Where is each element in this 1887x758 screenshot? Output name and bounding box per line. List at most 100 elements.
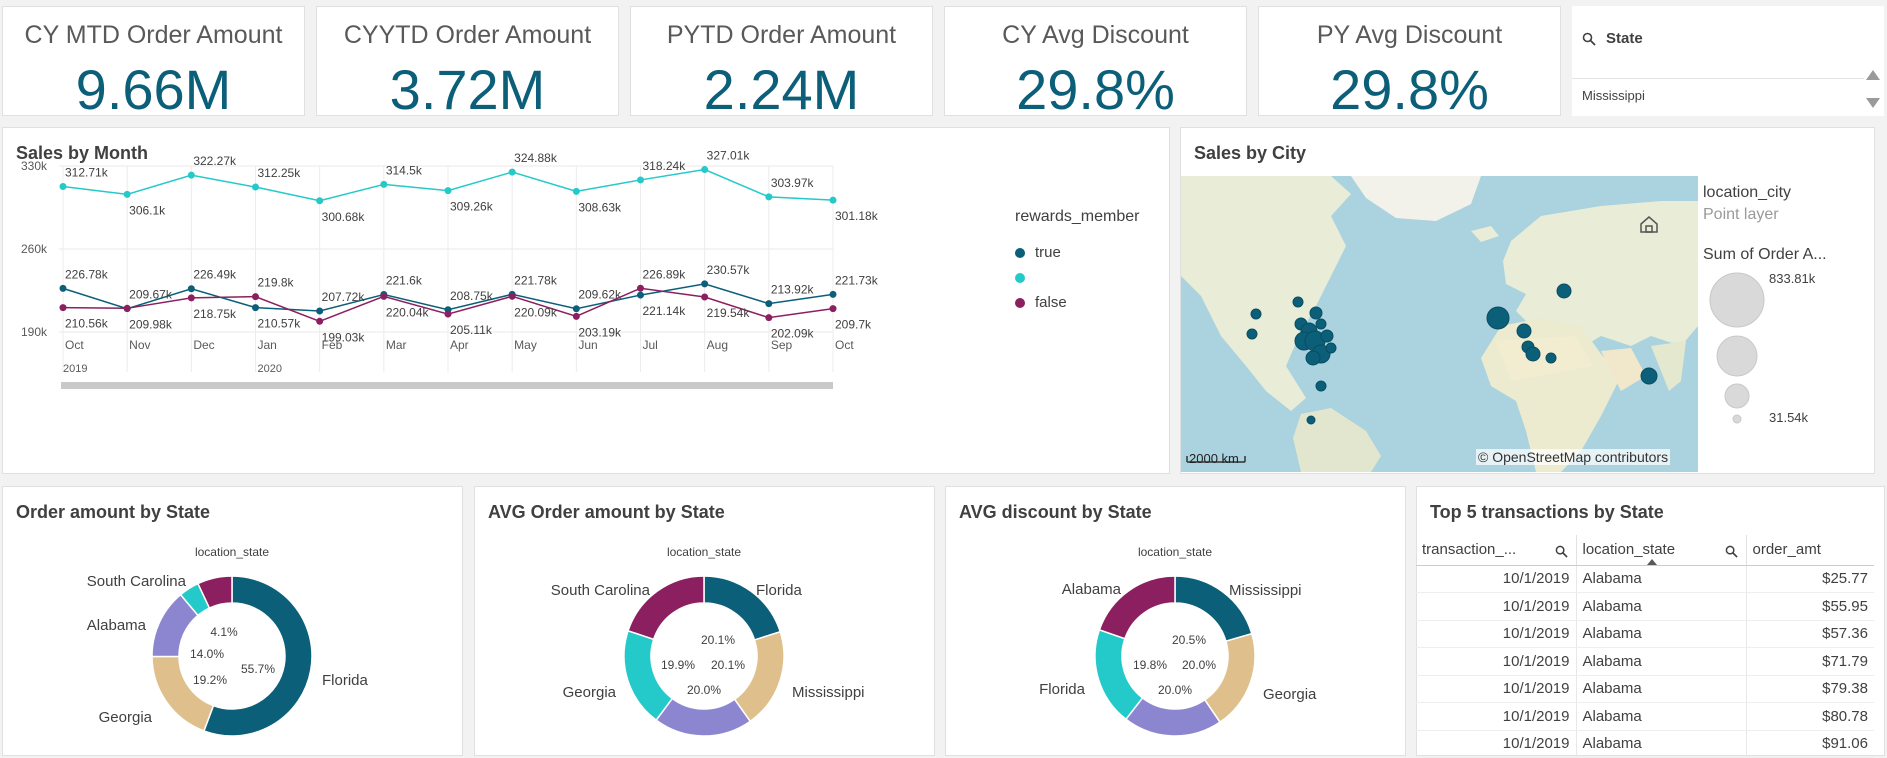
kpi-card-cy-avg-discount[interactable]: CY Avg Discount 29.8% — [944, 6, 1247, 121]
data-point — [572, 305, 580, 313]
table-row[interactable]: 10/1/2019 Alabama $25.77 — [1416, 565, 1874, 593]
point — [1525, 346, 1541, 362]
donut-slice — [623, 629, 674, 722]
data-point — [380, 180, 388, 188]
panel-title: Order amount by State — [16, 502, 211, 522]
column-label: order_amt — [1752, 541, 1821, 559]
kpi-card-py-avg-discount[interactable]: PY Avg Discount 29.8% — [1258, 6, 1561, 121]
data-label: 203.19k — [578, 325, 622, 339]
cell-state: Alabama — [1576, 620, 1747, 648]
data-label: 210.57k — [258, 317, 302, 331]
map-attribution[interactable]: © OpenStreetMap contributors — [1476, 449, 1671, 465]
kpi-title: CY MTD Order Amount — [24, 21, 283, 49]
column-header-order-amt[interactable]: order_amt — [1746, 535, 1874, 566]
legend-item-false[interactable]: false — [1015, 294, 1067, 311]
table-row[interactable]: 10/1/2019 Alabama $80.78 — [1416, 702, 1874, 731]
data-label: 199.03k — [322, 330, 366, 344]
cell-state: Alabama — [1576, 730, 1747, 758]
donut-slice — [655, 697, 752, 737]
data-label: 301.18k — [835, 209, 879, 223]
cell-date: 10/1/2019 — [1416, 675, 1577, 703]
map-scale-label: 2000 km — [1189, 451, 1239, 466]
slice-label: Florida — [1039, 681, 1086, 698]
data-point — [572, 187, 580, 195]
filter-header[interactable]: State — [1582, 30, 1643, 47]
data-point — [187, 294, 195, 302]
search-icon[interactable] — [1725, 545, 1738, 558]
data-label: 312.71k — [65, 166, 109, 180]
sales-by-month-chart[interactable]: 330k260k190kOct Nov Dec Jan Feb Mar Apr May Jun J… — [3, 130, 1013, 470]
data-label: 226.49k — [193, 268, 237, 282]
data-label: 226.78k — [65, 267, 109, 281]
world-map[interactable] — [1181, 176, 1698, 472]
panel-title: Top 5 transactions by State — [1430, 502, 1664, 522]
slice-percent: 55.7% — [241, 662, 275, 676]
search-icon — [1582, 32, 1596, 46]
legend-item-true[interactable]: true — [1015, 244, 1061, 261]
scroll-up-icon[interactable] — [1866, 70, 1880, 80]
data-label: 221.6k — [386, 274, 423, 288]
column-header-transaction[interactable]: transaction_... — [1416, 535, 1577, 566]
data-point — [508, 168, 516, 176]
kpi-card-cy-mtd[interactable]: CY MTD Order Amount 9.66M — [2, 6, 305, 121]
map-layer-name: location_city — [1703, 184, 1792, 201]
data-point — [59, 304, 67, 312]
data-label: 219.54k — [707, 306, 751, 320]
table-row[interactable]: 10/1/2019 Alabama $57.36 — [1416, 620, 1874, 648]
table-row[interactable]: 10/1/2019 Alabama $91.06 — [1416, 730, 1874, 758]
data-label: 209.67k — [129, 288, 173, 302]
cell-state: Alabama — [1576, 702, 1747, 731]
table-row[interactable]: 10/1/2019 Alabama $55.95 — [1416, 592, 1874, 621]
filter-title: State — [1606, 30, 1643, 47]
data-label: 221.14k — [643, 304, 687, 318]
kpi-card-pytd[interactable]: PYTD Order Amount 2.24M — [630, 6, 933, 121]
filter-value-mississippi[interactable]: Mississippi — [1582, 88, 1645, 103]
data-point — [316, 307, 324, 315]
x-tick-label: Dec — [193, 338, 214, 352]
avg-order-amount-donut[interactable]: location_state 20.1% Florida 20.1% Mississip… — [474, 536, 935, 756]
x-tick-label: Oct — [835, 338, 854, 352]
order-amount-donut[interactable]: location_state 55.7% Florida 19.2% Georgia 14… — [2, 536, 463, 756]
cell-amount: $25.77 — [1746, 565, 1874, 593]
slice-percent: 20.1% — [711, 658, 745, 672]
scroll-down-icon[interactable] — [1866, 98, 1880, 108]
slice-percent: 4.1% — [210, 625, 238, 639]
slice-label: Georgia — [1263, 686, 1317, 703]
data-point — [380, 292, 388, 300]
map-size-max: 833.81k — [1769, 271, 1816, 286]
point — [1486, 306, 1510, 330]
cell-state: Alabama — [1576, 647, 1747, 676]
legend-item-blank[interactable] — [1015, 269, 1035, 287]
point — [1545, 352, 1557, 364]
data-label: 220.04k — [386, 305, 430, 319]
data-point — [316, 197, 324, 205]
map-size-title: Sum of Order A... — [1703, 246, 1827, 263]
table-row[interactable]: 10/1/2019 Alabama $79.38 — [1416, 675, 1874, 703]
x-tick-label: Aug — [707, 338, 728, 352]
data-point — [829, 305, 837, 313]
data-point — [829, 196, 837, 204]
data-label: 314.5k — [386, 163, 423, 177]
point — [1516, 323, 1532, 339]
data-label: 205.11k — [450, 323, 493, 337]
data-point — [444, 187, 452, 195]
state-filter-pane[interactable]: State Mississippi — [1572, 6, 1884, 116]
y-tick-label: 330k — [21, 159, 48, 173]
donut-slice — [151, 655, 215, 732]
table-row[interactable]: 10/1/2019 Alabama $71.79 — [1416, 647, 1874, 676]
size-circle — [1716, 335, 1758, 377]
data-label: 209.7k — [835, 318, 872, 332]
data-point — [252, 304, 259, 312]
column-header-location-state[interactable]: location_state — [1576, 535, 1747, 566]
search-icon[interactable] — [1555, 545, 1568, 558]
map-size-min: 31.54k — [1769, 410, 1809, 425]
transactions-table[interactable]: transaction_... location_state order_amt… — [1416, 535, 1874, 758]
cell-date: 10/1/2019 — [1416, 702, 1577, 731]
cell-state: Alabama — [1576, 675, 1747, 703]
data-label: 209.98k — [129, 317, 173, 331]
kpi-card-cyytd[interactable]: CYYTD Order Amount 3.72M — [316, 6, 619, 121]
kpi-value: 29.8% — [1330, 58, 1489, 121]
avg-discount-donut[interactable]: location_state 20.5% Mississippi 20.0% Georg… — [945, 536, 1406, 756]
data-label: 308.63k — [578, 200, 622, 214]
kpi-value: 9.66M — [75, 58, 232, 121]
